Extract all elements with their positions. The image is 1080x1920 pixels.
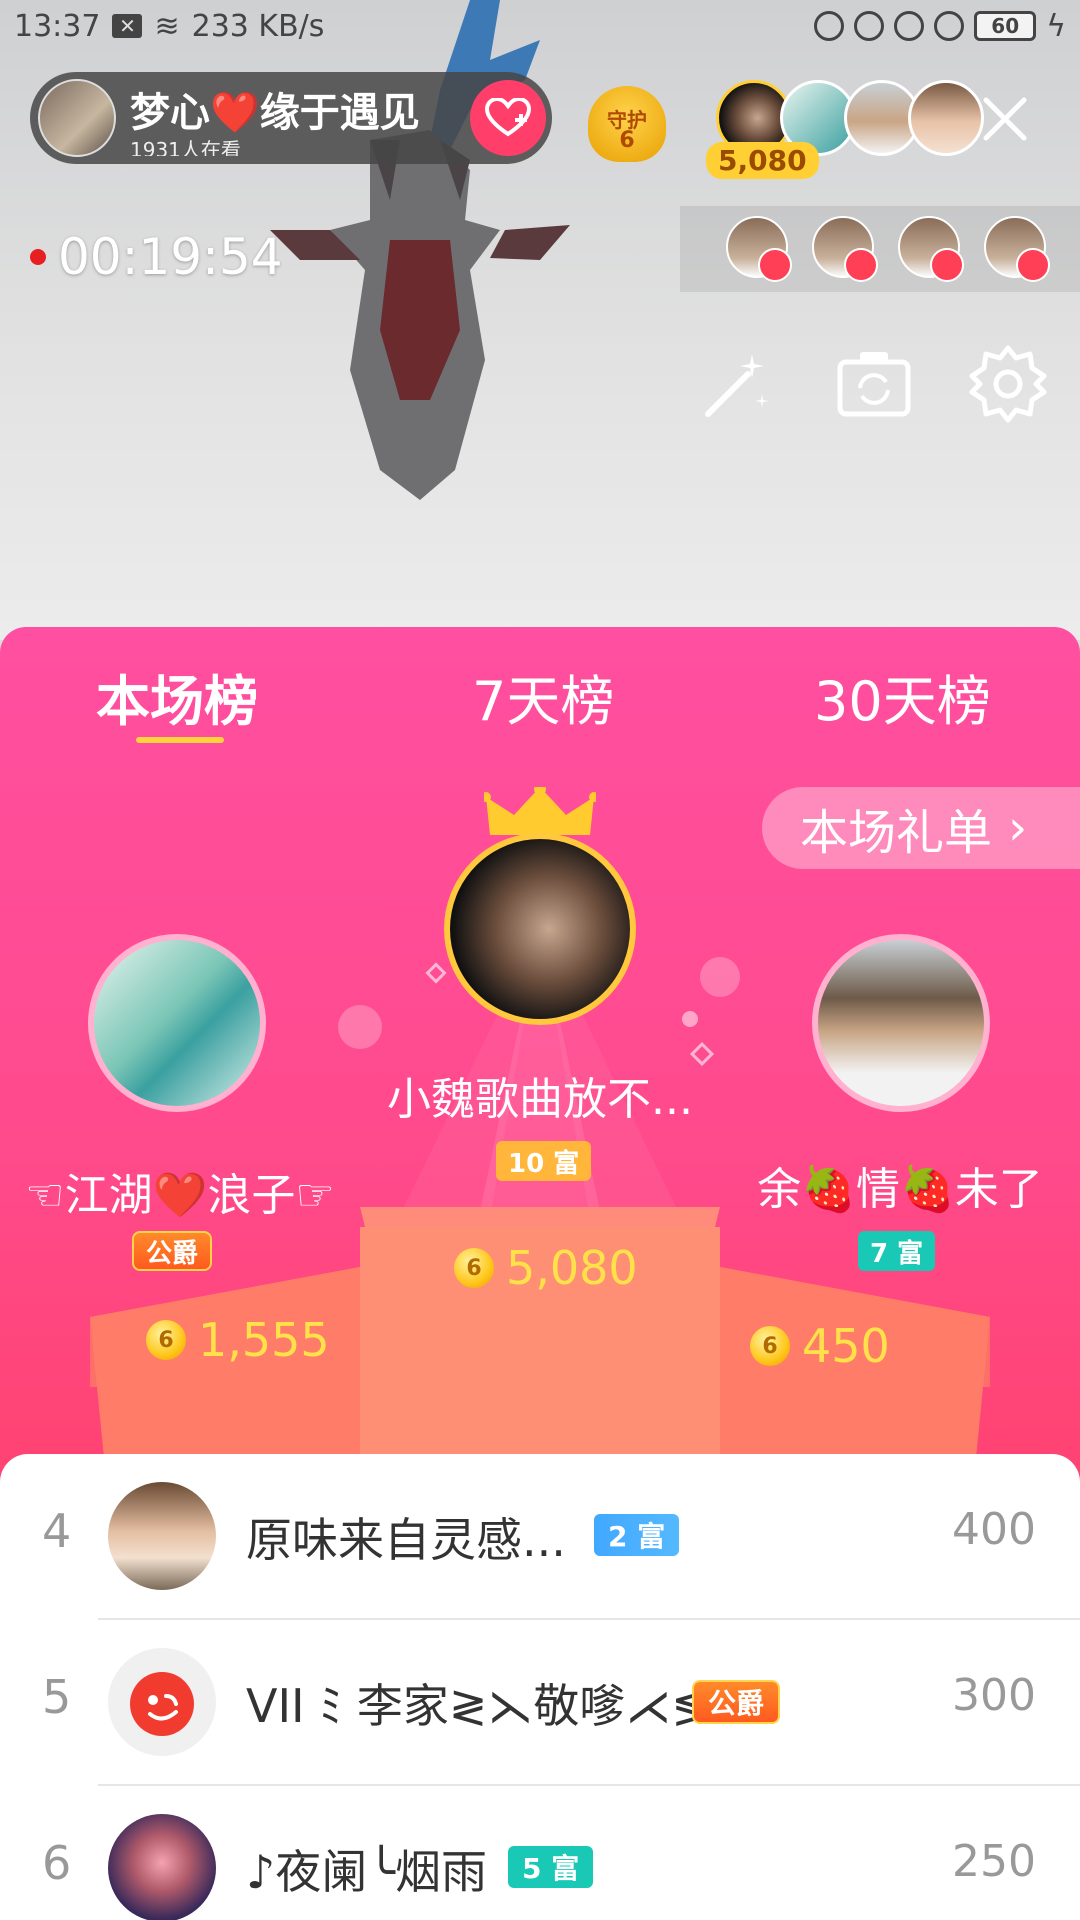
alarm-icon (894, 11, 925, 41)
rank-number: 6 (42, 1836, 72, 1890)
second-place-coins: 6 1,555 (146, 1313, 330, 1367)
headphones-icon (934, 11, 965, 41)
sofa-icon (930, 248, 964, 282)
charging-icon: ϟ (1046, 8, 1066, 44)
noble-badge: 公爵 (692, 1680, 781, 1724)
list-item[interactable]: 5 VII ﾐ 李家≷⋋敬嗲⋌≶ 公爵 300 (0, 1620, 1080, 1786)
live-timer: 00:19:54 (30, 228, 283, 286)
network-speed: 233 KB/s (191, 8, 325, 44)
user-score: 250 (952, 1836, 1036, 1887)
gift-list-label: 本场礼单 (800, 805, 993, 861)
guard-badge[interactable]: 守护 6 (582, 80, 672, 168)
heart-plus-icon (485, 98, 531, 137)
flip-camera-icon[interactable] (834, 344, 914, 424)
second-place-level-badge: 公爵 (132, 1231, 213, 1271)
sofa-icon (844, 248, 878, 282)
first-place-level-badge: 10 富 (496, 1141, 592, 1181)
sofa-icon (1016, 248, 1050, 282)
magic-wand-icon[interactable] (696, 344, 776, 424)
host-avatar[interactable] (38, 79, 116, 157)
viewer-avatar[interactable] (908, 80, 984, 156)
guest-avatar[interactable] (984, 216, 1050, 282)
avatar[interactable] (108, 1648, 216, 1756)
battery-icon: 60 (974, 11, 1037, 41)
second-place-coins-value: 1,555 (198, 1313, 330, 1367)
wifi-icon: ≋ (154, 8, 180, 44)
recording-dot-icon (30, 249, 46, 265)
viewer-count: 1931人在看 (130, 138, 241, 156)
third-place-level-badge: 7 富 (858, 1231, 936, 1271)
mute-icon (814, 11, 845, 41)
user-name: 原味来自灵感... (246, 1513, 566, 1567)
third-place-coins-value: 450 (802, 1319, 890, 1373)
host-name: 梦心❤️缘于遇见 (130, 90, 420, 136)
follow-button[interactable] (470, 80, 546, 156)
guard-count: 6 (619, 128, 635, 153)
third-place-coins: 6 450 (750, 1319, 890, 1373)
second-place-avatar[interactable] (88, 934, 266, 1112)
first-place-coins: 6 5,080 (454, 1241, 638, 1295)
status-bar: 13:37 ✕ ≋ 233 KB/s 60 ϟ (0, 0, 1080, 52)
user-score: 400 (952, 1504, 1036, 1555)
third-place-avatar[interactable] (812, 934, 990, 1112)
coin-icon: 6 (454, 1248, 494, 1288)
coin-icon: 6 (146, 1320, 186, 1360)
lock-icon (854, 11, 885, 41)
second-place-name: ☜江湖❤️浪子☞ (25, 1170, 335, 1221)
default-avatar-logo-icon (130, 1672, 194, 1736)
user-name: ♪夜阑╰烟雨 (246, 1845, 488, 1899)
sofa-icon (758, 248, 792, 282)
first-place-name: 小魏歌曲放不... (387, 1074, 693, 1125)
rank-number: 5 (42, 1670, 72, 1724)
rank-number: 4 (42, 1504, 72, 1558)
user-name: VII ﾐ 李家≷⋋敬嗲⋌≶ (246, 1679, 710, 1733)
top-viewer-coins: 5,080 (706, 142, 819, 179)
first-place-coins-value: 5,080 (506, 1241, 638, 1295)
active-tab-indicator (136, 737, 224, 743)
chevron-right-icon: › (1008, 800, 1028, 856)
list-item[interactable]: 4 原味来自灵感... 2 富 400 (0, 1454, 1080, 1620)
avatar[interactable] (108, 1482, 216, 1590)
third-place-name: 余🍓情🍓未了 (757, 1164, 1043, 1215)
guest-avatar[interactable] (812, 216, 878, 282)
tab-30-days[interactable]: 30天榜 (814, 657, 991, 736)
tab-7-days[interactable]: 7天榜 (472, 657, 614, 736)
first-place-avatar[interactable] (444, 833, 636, 1025)
avatar[interactable] (108, 1814, 216, 1920)
close-icon[interactable] (982, 96, 1028, 142)
gift-list-button[interactable]: 本场礼单 › (762, 787, 1080, 869)
guest-seats (680, 206, 1080, 292)
wealth-level-badge: 2 富 (594, 1514, 680, 1556)
guest-avatar[interactable] (898, 216, 964, 282)
notification-icon: ✕ (112, 14, 143, 38)
coin-icon: 6 (750, 1326, 790, 1366)
crown-icon (484, 787, 596, 835)
ranking-list: 4 原味来自灵感... 2 富 400 5 VII ﾐ 李家≷⋋敬嗲⋌≶ 公爵 … (0, 1454, 1080, 1920)
user-score: 300 (952, 1670, 1036, 1721)
host-card[interactable]: 梦心❤️缘于遇见 1931人在看 (30, 72, 552, 164)
list-item[interactable]: 6 ♪夜阑╰烟雨 5 富 250 (0, 1786, 1080, 1920)
wealth-level-badge: 5 富 (508, 1846, 594, 1888)
settings-gear-icon[interactable] (968, 344, 1048, 424)
timer-value: 00:19:54 (58, 228, 283, 286)
tab-current[interactable]: 本场榜 (96, 657, 258, 736)
guest-avatar[interactable] (726, 216, 792, 282)
ranking-tabs: 本场榜 7天榜 30天榜 (0, 627, 1080, 743)
clock: 13:37 (14, 8, 101, 44)
